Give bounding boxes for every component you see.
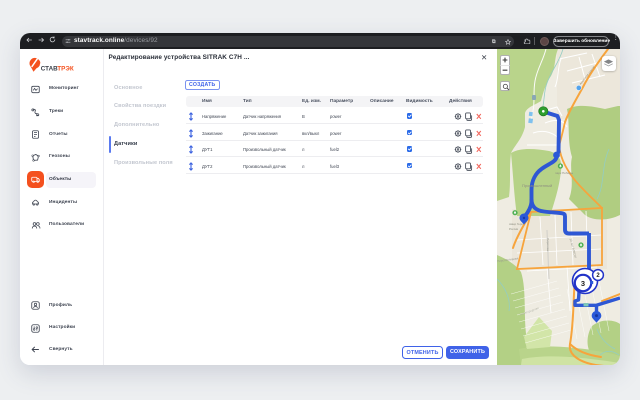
svg-text:Пирогова: Пирогова [546, 238, 550, 251]
svg-text:СТАВ: СТАВ [41, 65, 58, 72]
svg-text:3: 3 [581, 279, 585, 288]
svg-text:парк Победы: парк Победы [555, 171, 573, 175]
svg-text:Промышленный: Промышленный [522, 183, 552, 188]
svg-text:сквер Геро...: сквер Геро... [509, 222, 526, 226]
svg-text:России: России [509, 227, 519, 231]
svg-text:ТРЭК: ТРЭК [57, 65, 74, 72]
